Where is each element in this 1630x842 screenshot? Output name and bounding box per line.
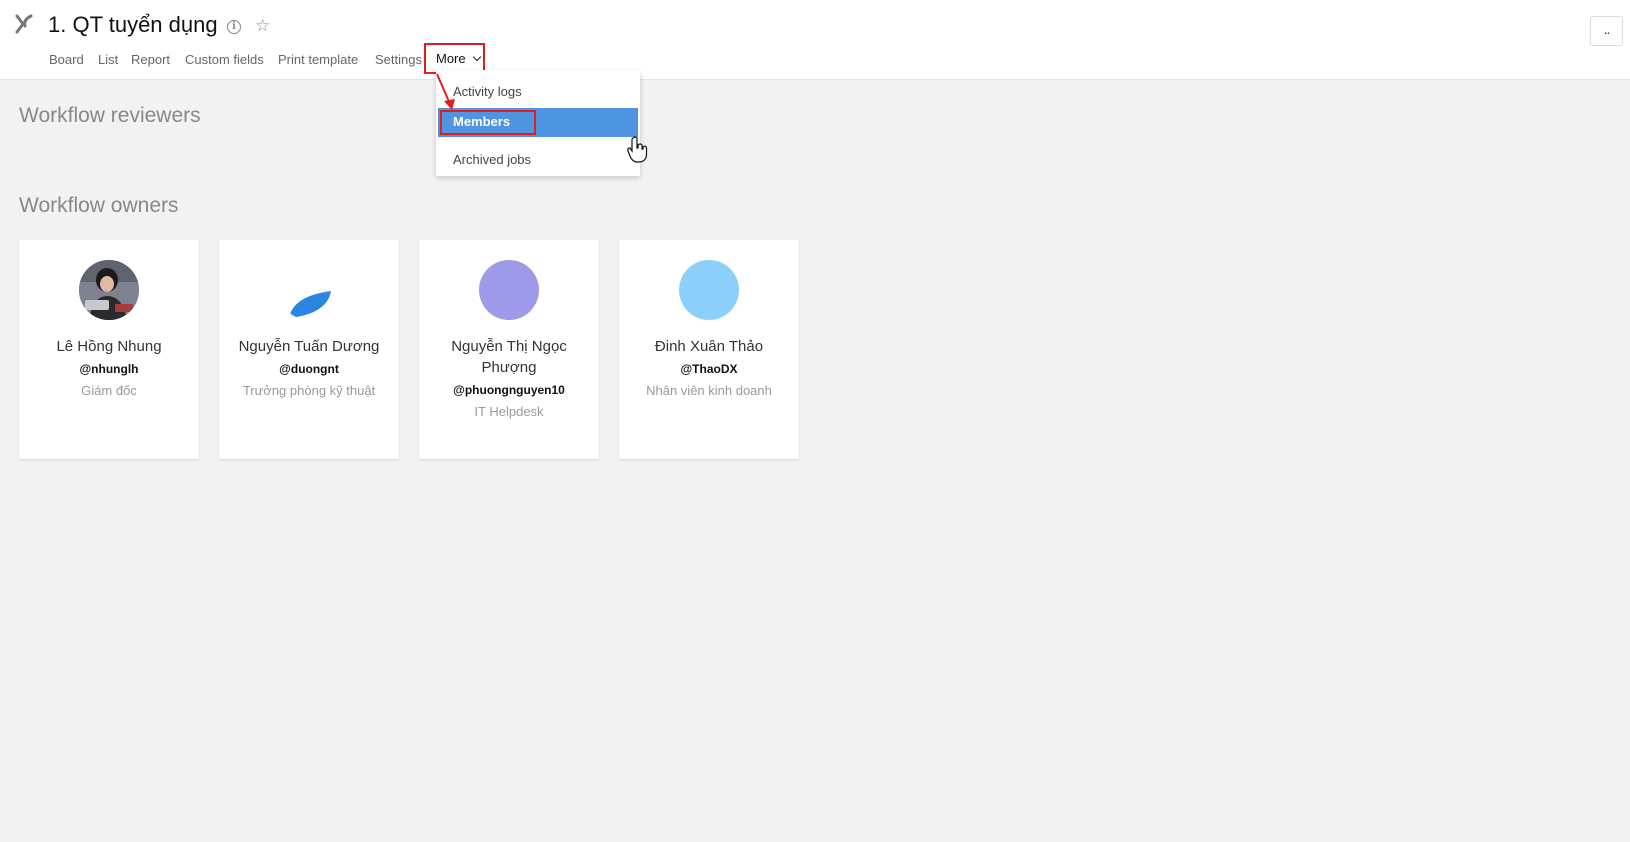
info-icon[interactable]: i <box>227 20 241 34</box>
owner-name: Lê Hồng Nhung <box>56 338 162 355</box>
avatar <box>79 260 139 320</box>
chevron-down-icon <box>472 52 482 62</box>
owner-name: Nguyễn Tuấn Dương <box>238 338 380 355</box>
tab-custom-fields[interactable]: Custom fields <box>185 52 264 68</box>
more-options-button[interactable]: .. <box>1590 16 1623 46</box>
owner-card[interactable]: Lê Hồng Nhung @nhunglh Giám đốc <box>19 240 199 459</box>
owner-handle: @nhunglh <box>79 362 139 376</box>
reviewers-heading: Workflow reviewers <box>19 104 201 127</box>
owner-card[interactable]: Nguyễn Tuấn Dương @duongnt Trưởng phòng … <box>219 240 399 459</box>
tab-settings[interactable]: Settings <box>375 52 422 68</box>
owner-role: IT Helpdesk <box>474 404 544 419</box>
menu-item-activity-logs[interactable]: Activity logs <box>453 84 522 99</box>
owner-role: Trưởng phòng kỹ thuật <box>242 383 376 398</box>
owner-name: Nguyễn Thị Ngọc Phượng <box>451 338 567 376</box>
menu-item-members[interactable]: Members <box>438 108 638 137</box>
avatar <box>479 260 539 320</box>
owner-handle: @duongnt <box>279 362 339 376</box>
page-title: 1. QT tuyển dụng <box>48 12 218 37</box>
tab-report[interactable]: Report <box>131 52 170 68</box>
menu-item-archived-jobs[interactable]: Archived jobs <box>453 152 531 167</box>
owner-name: Đinh Xuân Thảo <box>654 338 764 355</box>
tab-more-label: More <box>436 51 466 66</box>
owner-card[interactable]: Nguyễn Thị Ngọc Phượng @phuongnguyen10 I… <box>419 240 599 459</box>
owner-handle: @ThaoDX <box>680 362 738 376</box>
tab-list[interactable]: List <box>98 52 118 68</box>
star-icon[interactable]: ☆ <box>255 16 270 36</box>
avatar <box>279 260 339 320</box>
tab-board[interactable]: Board <box>49 52 84 68</box>
owner-handle: @phuongnguyen10 <box>453 383 565 397</box>
owners-heading: Workflow owners <box>19 194 179 217</box>
owner-role: Nhân viên kinh doanh <box>646 383 772 398</box>
menu-item-members-label: Members <box>453 114 511 129</box>
owner-role: Giám đốc <box>81 383 137 398</box>
app-logo-icon[interactable] <box>13 12 35 36</box>
more-dropdown-menu: Activity logs Members Archived jobs <box>436 70 640 176</box>
owner-card[interactable]: Đinh Xuân Thảo @ThaoDX Nhân viên kinh do… <box>619 240 799 459</box>
avatar <box>679 260 739 320</box>
page-header: 1. QT tuyển dụng i ☆ Board List Report C… <box>0 0 1630 80</box>
tab-print-template[interactable]: Print template <box>278 52 358 68</box>
hand-cursor-icon <box>627 136 648 163</box>
